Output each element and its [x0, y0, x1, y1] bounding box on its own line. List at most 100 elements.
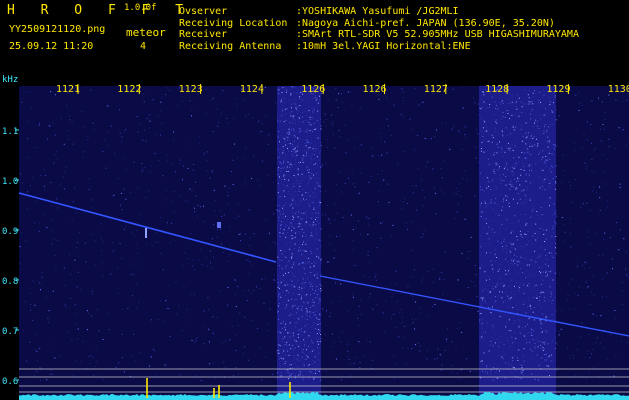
band-speck	[541, 275, 543, 277]
band-speck	[517, 180, 519, 182]
noise-speck	[218, 122, 220, 124]
band-speck	[527, 323, 529, 325]
band-speck	[509, 150, 511, 152]
noise-speck	[30, 108, 32, 110]
band-speck	[529, 342, 531, 344]
band-speck	[514, 263, 516, 265]
band-speck	[493, 114, 495, 115]
band-speck	[523, 165, 525, 167]
noise-speck	[347, 91, 349, 93]
band-speck	[524, 326, 526, 328]
noise-speck	[133, 273, 135, 275]
band-speck	[492, 137, 494, 139]
band-speck	[303, 362, 305, 364]
band-speck	[307, 98, 309, 100]
band-speck	[310, 224, 311, 226]
band-speck	[552, 228, 554, 230]
noise-speck	[452, 88, 454, 90]
noise-speck	[604, 118, 606, 120]
noise-speck	[155, 242, 157, 244]
noise-speck	[335, 88, 337, 90]
band-speck	[301, 155, 303, 157]
band-speck	[306, 120, 308, 122]
noise-speck	[453, 126, 455, 128]
noise-speck	[395, 363, 397, 364]
band-speck	[555, 214, 557, 216]
band-speck	[539, 271, 541, 272]
noise-speck	[356, 227, 358, 229]
noise-speck	[420, 180, 422, 182]
band-speck	[524, 201, 526, 203]
noise-speck	[173, 131, 175, 133]
band-speck	[319, 301, 321, 303]
noise-speck	[272, 181, 274, 183]
band-speck	[284, 355, 286, 357]
noise-speck	[573, 308, 575, 310]
noise-speck	[520, 235, 522, 237]
noise-speck	[446, 338, 448, 340]
band-speck	[281, 163, 282, 165]
noise-speck	[234, 294, 236, 296]
noise-speck	[261, 131, 262, 132]
band-speck	[289, 373, 291, 375]
noise-speck	[110, 273, 112, 275]
band-speck	[523, 246, 525, 248]
band-speck	[308, 261, 310, 263]
band-speck	[278, 359, 280, 360]
noise-speck	[178, 374, 180, 376]
band-speck	[319, 298, 321, 300]
noise-speck	[264, 277, 266, 279]
band-speck	[555, 164, 557, 166]
band-speck	[481, 327, 483, 329]
noise-speck	[403, 201, 404, 203]
noise-speck	[21, 268, 23, 270]
band-speck	[527, 187, 529, 188]
band-speck	[539, 114, 541, 116]
noise-speck	[341, 379, 342, 381]
band-speck	[299, 333, 300, 335]
band-speck	[513, 323, 514, 325]
noise-speck	[551, 261, 553, 263]
noise-speck	[568, 308, 570, 310]
noise-speck	[421, 236, 423, 238]
band-speck	[549, 356, 551, 358]
noise-speck	[49, 125, 51, 127]
band-speck	[304, 120, 306, 122]
band-speck	[318, 185, 320, 187]
band-speck	[306, 302, 308, 304]
band-speck	[531, 209, 533, 210]
band-speck	[292, 237, 294, 239]
band-speck	[481, 323, 483, 325]
band-speck	[479, 235, 481, 237]
band-speck	[298, 317, 299, 319]
noise-speck	[242, 157, 244, 159]
band-speck	[545, 108, 547, 110]
noise-speck	[394, 284, 396, 285]
noise-speck	[165, 189, 167, 191]
noise-speck	[22, 330, 24, 332]
noise-speck	[43, 213, 45, 215]
band-speck	[316, 182, 318, 184]
band-speck	[297, 293, 299, 295]
noise-speck	[601, 101, 603, 103]
noise-speck	[335, 358, 337, 360]
noise-speck	[140, 213, 142, 215]
band-speck	[312, 221, 314, 222]
noise-speck	[140, 123, 142, 125]
band-speck	[505, 184, 507, 186]
noise-speck	[334, 276, 336, 277]
noise-speck	[406, 203, 408, 204]
band-speck	[514, 178, 516, 180]
noise-speck	[159, 300, 161, 302]
band-speck	[535, 223, 537, 225]
band-speck	[288, 344, 290, 346]
band-speck	[555, 310, 557, 312]
noise-speck	[478, 103, 480, 105]
band-speck	[489, 104, 491, 105]
noise-speck	[591, 170, 593, 172]
band-speck	[551, 319, 553, 320]
band-speck	[311, 283, 313, 285]
band-speck	[313, 252, 315, 253]
band-speck	[539, 320, 541, 322]
noise-speck	[528, 188, 530, 190]
